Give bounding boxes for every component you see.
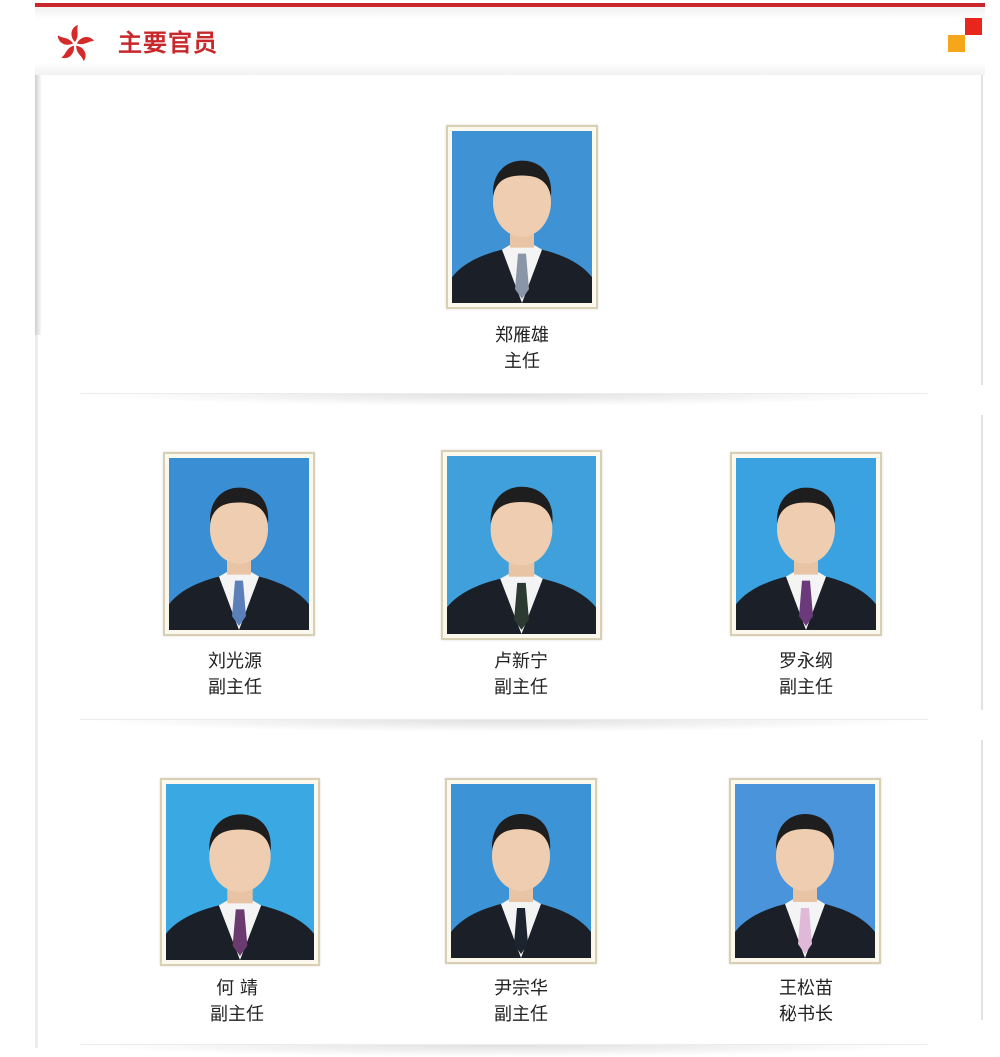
corner-squares-icon [948, 18, 984, 52]
official-portrait[interactable] [729, 778, 881, 964]
official-title: 副主任 [210, 1004, 264, 1025]
right-edge-line [981, 740, 983, 1020]
right-edge-line [981, 415, 983, 710]
left-edge-line [35, 335, 38, 1048]
official-portrait[interactable] [163, 452, 315, 636]
official-title: 秘书长 [779, 1004, 833, 1025]
official-name[interactable]: 罗永纲 [706, 649, 906, 675]
official-title: 副主任 [494, 677, 548, 698]
official-portrait[interactable] [730, 452, 882, 636]
official-name[interactable]: 郑雁雄 [422, 323, 622, 349]
left-edge-shadow [35, 75, 42, 335]
official-title: 副主任 [779, 677, 833, 698]
official-name[interactable]: 王松苗 [706, 976, 906, 1002]
official-title: 副主任 [208, 677, 262, 698]
row-separator [80, 719, 928, 732]
right-edge-line [981, 75, 983, 385]
official-title: 主任 [504, 351, 540, 372]
row-separator [80, 393, 928, 406]
page-title: 主要官员 [118, 29, 218, 57]
official-name[interactable]: 尹宗华 [421, 976, 621, 1002]
row-separator [80, 1044, 928, 1057]
official-name[interactable]: 刘光源 [135, 649, 335, 675]
official-name[interactable]: 何 靖 [137, 976, 337, 1002]
official-name[interactable]: 卢新宁 [421, 649, 621, 675]
official-portrait[interactable] [445, 778, 597, 964]
official-title: 副主任 [494, 1004, 548, 1025]
official-portrait[interactable] [446, 125, 598, 309]
official-portrait[interactable] [160, 778, 320, 966]
official-portrait[interactable] [441, 450, 602, 640]
bauhinia-flower-icon [57, 25, 94, 62]
